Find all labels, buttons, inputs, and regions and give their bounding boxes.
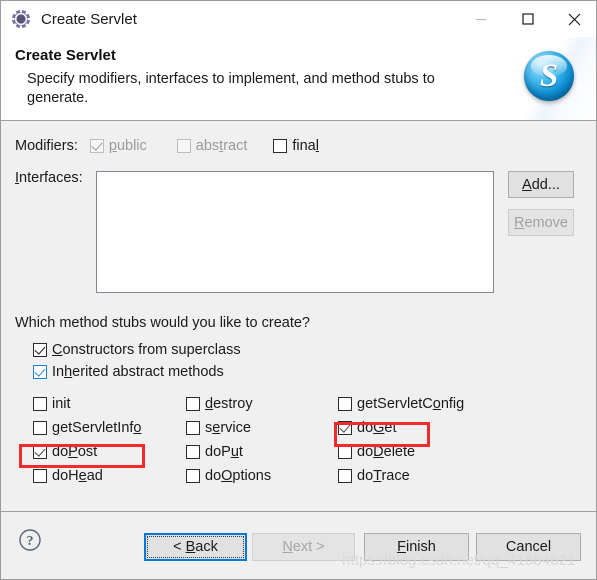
method-stubs-question: Which method stubs would you like to cre… [15, 315, 310, 331]
checkbox-box[interactable] [338, 469, 352, 483]
checkbox-getservletconfig[interactable]: getServletConfig [338, 396, 464, 412]
logo-letter: S [539, 57, 559, 94]
checkbox-label[interactable]: Constructors from superclass [52, 342, 241, 358]
checkbox-destroy[interactable]: destroy [186, 396, 253, 412]
checkbox-box[interactable] [186, 469, 200, 483]
checkbox-box[interactable] [33, 343, 47, 357]
dialog-footer: ? < Back Next > Finish Cancel [1, 511, 596, 579]
window-title: Create Servlet [41, 10, 137, 28]
checkbox-box[interactable] [186, 445, 200, 459]
cancel-button[interactable]: Cancel [476, 533, 581, 561]
title-bar: Create Servlet [1, 1, 596, 37]
modifiers-label: Modifiers: [15, 138, 78, 154]
checkbox-box[interactable] [338, 397, 352, 411]
modifier-label-public: public [108, 138, 147, 154]
modifier-checkbox-abstract: abstract [176, 138, 248, 154]
checkbox-label[interactable]: service [205, 420, 251, 436]
next-button: Next > [252, 533, 355, 561]
add-interface-button[interactable]: Add... [508, 171, 574, 198]
checkbox-getservletinfo[interactable]: getServletInfo [33, 420, 142, 436]
svg-text:?: ? [27, 534, 34, 549]
checkbox-inherited-abstract-methods[interactable]: Inherited abstract methods [33, 364, 224, 380]
maximize-icon[interactable] [504, 1, 551, 37]
checkbox-dopost[interactable]: doPost [33, 444, 97, 460]
modifier-checkbox-final[interactable]: final [273, 138, 319, 154]
checkbox-box [176, 139, 191, 153]
checkbox-box[interactable] [273, 139, 288, 153]
checkbox-label[interactable]: destroy [205, 396, 253, 412]
interfaces-label: Interfaces: [15, 170, 83, 186]
checkbox-label[interactable]: doPost [52, 444, 97, 460]
checkbox-label[interactable]: doHead [52, 468, 103, 484]
checkbox-dodelete[interactable]: doDelete [338, 444, 415, 460]
checkbox-label[interactable]: getServletInfo [52, 420, 142, 436]
checkbox-label[interactable]: doTrace [357, 468, 410, 484]
method-stubs-row: init destroy getServletConfig [33, 393, 573, 417]
dialog-body: Modifiers: public abstract final Interfa… [1, 121, 596, 511]
checkbox-dooptions[interactable]: doOptions [186, 468, 271, 484]
checkbox-box[interactable] [338, 421, 352, 435]
checkbox-label[interactable]: getServletConfig [357, 396, 464, 412]
page-title: Create Servlet [15, 47, 116, 64]
checkbox-label[interactable]: Inherited abstract methods [52, 364, 224, 380]
checkbox-box[interactable] [33, 397, 47, 411]
help-question-icon[interactable]: ? [18, 528, 42, 552]
method-stubs-grid: init destroy getServletConfig getServlet… [33, 393, 573, 489]
interfaces-list[interactable] [96, 171, 494, 293]
method-stubs-row: doPost doPut doDelete [33, 441, 573, 465]
checkbox-doput[interactable]: doPut [186, 444, 243, 460]
modifiers-row: Modifiers: public abstract final [15, 138, 319, 154]
back-button[interactable]: < Back [144, 533, 247, 561]
logo-ball-icon: S [524, 51, 574, 101]
checkbox-dohead[interactable]: doHead [33, 468, 103, 484]
checkbox-label[interactable]: doOptions [205, 468, 271, 484]
checkbox-box[interactable] [33, 469, 47, 483]
minimize-icon[interactable] [457, 1, 504, 37]
create-servlet-dialog: Create Servlet Create Servlet Specify mo… [0, 0, 597, 580]
checkbox-box[interactable] [338, 445, 352, 459]
checkbox-box [89, 139, 104, 153]
checkbox-doget[interactable]: doGet [338, 420, 397, 436]
checkbox-constructors-from-superclass[interactable]: Constructors from superclass [33, 342, 241, 358]
method-stubs-row: getServletInfo service doGet [33, 417, 573, 441]
modifier-checkbox-public: public [89, 138, 147, 154]
checkbox-box[interactable] [186, 397, 200, 411]
dialog-header: Create Servlet Specify modifiers, interf… [1, 37, 596, 121]
page-description: Specify modifiers, interfaces to impleme… [27, 71, 435, 106]
window-controls [457, 1, 596, 37]
modifier-label-abstract: abstract [195, 138, 248, 154]
modifier-label-final[interactable]: final [292, 138, 319, 154]
checkbox-label[interactable]: init [52, 396, 71, 412]
checkbox-dotrace[interactable]: doTrace [338, 468, 410, 484]
finish-button[interactable]: Finish [364, 533, 469, 561]
checkbox-box[interactable] [33, 445, 47, 459]
remove-interface-button: Remove [508, 209, 574, 236]
checkbox-box[interactable] [33, 421, 47, 435]
method-stubs-row: doHead doOptions doTrace [33, 465, 573, 489]
servlet-logo: S [510, 37, 596, 120]
checkbox-box[interactable] [186, 421, 200, 435]
checkbox-init[interactable]: init [33, 396, 71, 412]
checkbox-label[interactable]: doDelete [357, 444, 415, 460]
close-icon[interactable] [551, 1, 596, 37]
checkbox-label[interactable]: doPut [205, 444, 243, 460]
servlet-gear-icon [11, 9, 31, 29]
checkbox-box[interactable] [33, 365, 47, 379]
checkbox-label[interactable]: doGet [357, 420, 397, 436]
checkbox-service[interactable]: service [186, 420, 251, 436]
